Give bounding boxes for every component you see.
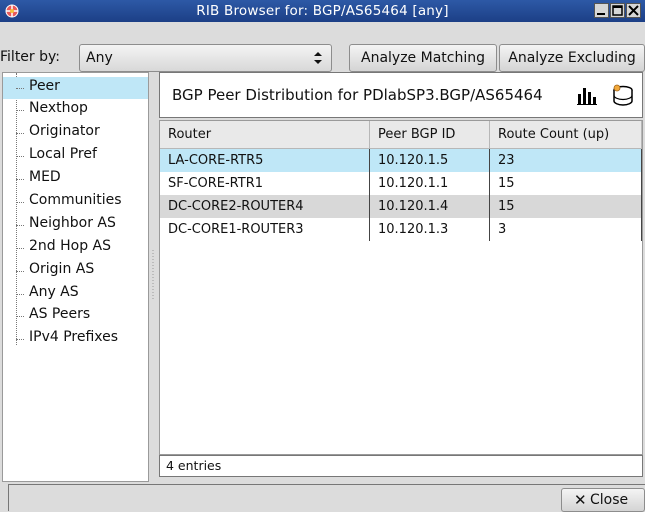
table-row[interactable]: DC-CORE1-ROUTER3 10.120.1.3 3	[160, 218, 642, 241]
tree-item-nexthop[interactable]: Nexthop	[3, 99, 148, 121]
tree-item-ipv4-prefixes[interactable]: IPv4 Prefixes	[3, 328, 148, 350]
tree-connector	[16, 110, 24, 111]
distribution-panel: BGP Peer Distribution for PDlabSP3.BGP/A…	[159, 72, 643, 482]
table-row[interactable]: DC-CORE2-ROUTER4 10.120.1.4 15	[160, 195, 642, 218]
cell-route-count: 15	[498, 199, 515, 214]
tree-item-local-pref[interactable]: Local Pref	[3, 145, 148, 167]
cell-router: LA-CORE-RTR5	[168, 153, 264, 168]
bar-chart-icon[interactable]	[576, 84, 598, 106]
tree-connector	[16, 339, 24, 340]
close-button-label: Close	[590, 492, 629, 508]
maximize-icon	[612, 5, 623, 16]
analyze-excluding-button[interactable]: Analyze Excluding	[499, 44, 645, 72]
database-icon[interactable]	[611, 84, 635, 108]
updown-arrows-icon	[314, 52, 322, 64]
tree-item-med[interactable]: MED	[3, 168, 148, 190]
tree-connector	[16, 316, 24, 317]
tree-item-label: Neighbor AS	[29, 215, 116, 231]
tree-connector	[16, 156, 24, 157]
column-header-router[interactable]: Router	[160, 121, 370, 149]
close-icon	[628, 5, 639, 16]
column-divider	[369, 149, 370, 241]
tree-item-label: AS Peers	[29, 306, 91, 322]
cell-route-count: 23	[498, 153, 515, 168]
tree-item-label: 2nd Hop AS	[29, 238, 112, 254]
tree-item-label: IPv4 Prefixes	[29, 329, 119, 345]
tree-connector	[16, 248, 24, 249]
tree-connector	[16, 179, 24, 180]
filter-select[interactable]: Any	[79, 44, 332, 72]
table-row[interactable]: LA-CORE-RTR5 10.120.1.5 23	[160, 149, 642, 172]
bottom-bar	[8, 484, 645, 511]
tree-item-neighbor-as[interactable]: Neighbor AS	[3, 214, 148, 236]
tree-item-label: Local Pref	[29, 146, 97, 162]
maximize-button[interactable]	[610, 3, 625, 18]
tree-item-label: Nexthop	[29, 100, 88, 116]
tree-connector	[16, 88, 24, 89]
tree-item-label: Peer	[29, 78, 60, 94]
close-window-button[interactable]	[626, 3, 641, 18]
tree-connector	[16, 294, 24, 295]
minimize-button[interactable]	[594, 3, 609, 18]
title-bar: RIB Browser for: BGP/AS65464 [any]	[0, 0, 645, 22]
tree-item-label: Originator	[29, 123, 100, 139]
column-divider	[641, 149, 642, 241]
tree-item-label: Any AS	[29, 284, 79, 300]
splitter-handle[interactable]	[150, 250, 156, 300]
cell-route-count: 3	[498, 222, 507, 237]
filter-select-value: Any	[86, 50, 113, 66]
tree-item-label: Origin AS	[29, 261, 95, 277]
tree-connector	[16, 133, 24, 134]
minimize-icon	[597, 13, 605, 15]
tree-connector	[16, 271, 24, 272]
tree-item-as-peers[interactable]: AS Peers	[3, 305, 148, 327]
column-header-peer-bgp-id[interactable]: Peer BGP ID	[370, 121, 490, 149]
analyze-matching-button[interactable]: Analyze Matching	[349, 44, 497, 72]
cell-peer-bgp-id: 10.120.1.5	[378, 153, 449, 168]
tree-item-originator[interactable]: Originator	[3, 122, 148, 144]
cell-peer-bgp-id: 10.120.1.3	[378, 222, 449, 237]
tree-item-label: Communities	[29, 192, 122, 208]
cell-peer-bgp-id: 10.120.1.1	[378, 176, 449, 191]
tree-connector	[16, 202, 24, 203]
tree-connector	[16, 225, 24, 226]
filter-row: Filter by: Any Analyze Matching Analyze …	[0, 42, 645, 73]
peer-table: Router Peer BGP ID Route Count (up) LA-C…	[159, 120, 643, 455]
column-divider	[489, 149, 490, 241]
cell-peer-bgp-id: 10.120.1.4	[378, 199, 449, 214]
entries-status: 4 entries	[159, 455, 643, 477]
close-x-icon: ✕	[574, 491, 587, 509]
tree-item-communities[interactable]: Communities	[3, 191, 148, 213]
cell-router: DC-CORE1-ROUTER3	[168, 222, 304, 237]
window-title: RIB Browser for: BGP/AS65464 [any]	[196, 3, 449, 19]
cell-router: SF-CORE-RTR1	[168, 176, 263, 191]
tree-item-label: MED	[29, 169, 61, 185]
tree-item-peer[interactable]: Peer	[3, 77, 148, 99]
tree-item-any-as[interactable]: Any AS	[3, 283, 148, 305]
panel-header: BGP Peer Distribution for PDlabSP3.BGP/A…	[159, 72, 643, 118]
category-tree: Peer Nexthop Originator Local Pref MED Commun…	[2, 72, 149, 482]
panel-title: BGP Peer Distribution for PDlabSP3.BGP/A…	[172, 86, 543, 104]
tree-item-2nd-hop-as[interactable]: 2nd Hop AS	[3, 237, 148, 259]
close-button[interactable]: ✕ Close	[561, 488, 645, 512]
column-header-route-count[interactable]: Route Count (up)	[490, 121, 642, 149]
filter-label: Filter by:	[0, 49, 60, 65]
tree-item-origin-as[interactable]: Origin AS	[3, 260, 148, 282]
cell-route-count: 15	[498, 176, 515, 191]
table-row[interactable]: SF-CORE-RTR1 10.120.1.1 15	[160, 172, 642, 195]
grip-icon	[152, 250, 154, 300]
cell-router: DC-CORE2-ROUTER4	[168, 199, 304, 214]
